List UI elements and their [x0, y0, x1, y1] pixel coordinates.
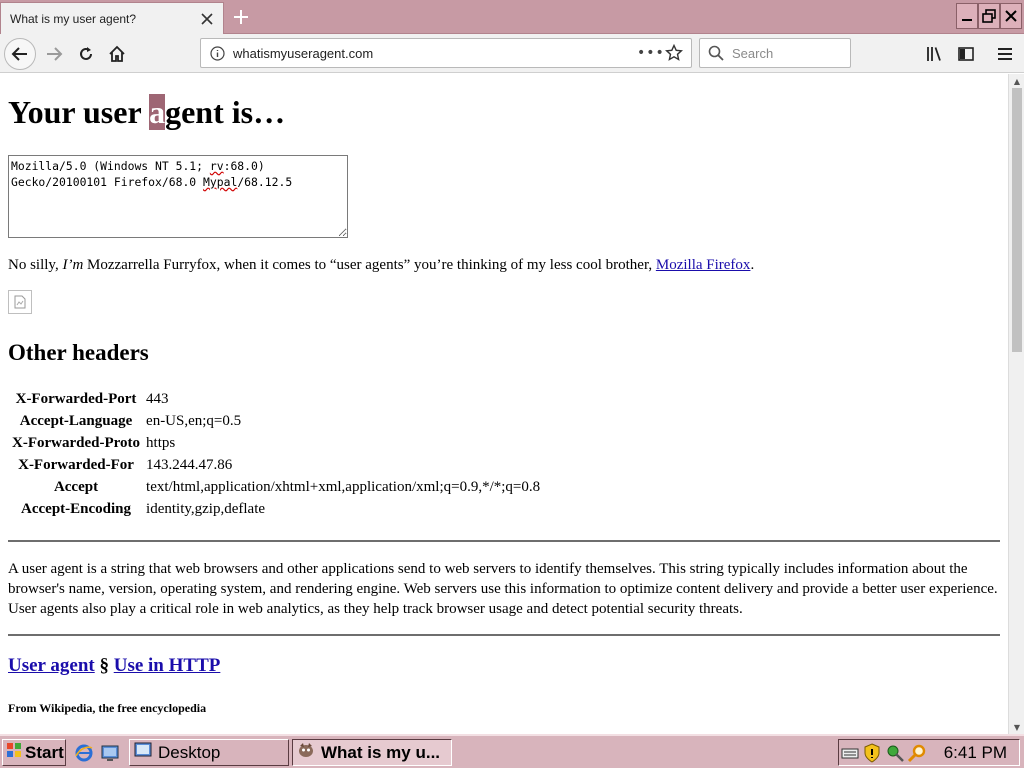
heading-pre: Your user [8, 94, 150, 130]
search-icon [708, 45, 724, 65]
scrollbar-thumb[interactable] [1012, 88, 1022, 352]
desktop-window-icon [134, 741, 152, 764]
restore-icon[interactable] [978, 3, 1000, 29]
silly-em: I’m [62, 257, 84, 273]
header-name: X-Forwarded-Port [15, 390, 137, 407]
system-tray: 6:41 PM [838, 739, 1020, 766]
internet-explorer-icon[interactable] [74, 743, 94, 767]
sidebar-icon[interactable] [950, 38, 982, 70]
show-desktop-icon[interactable] [100, 743, 120, 767]
wiki-links-heading: User agent § Use in HTTP [8, 655, 220, 677]
section-sign: § [94, 655, 114, 676]
header-name: X-Forwarded-Proto [12, 434, 141, 451]
home-icon[interactable] [101, 38, 133, 70]
divider [8, 634, 1000, 636]
page-title: Your user agent is… [8, 94, 285, 131]
search-input[interactable] [730, 43, 846, 63]
more-icon[interactable]: ••• [637, 45, 665, 61]
page-scrollbar[interactable]: ▲ ▼ [1008, 74, 1024, 734]
taskbar-browser-button[interactable]: What is my u... [292, 739, 452, 766]
heading-post: gent is… [165, 94, 286, 130]
user-agent-textarea[interactable]: Mozilla/5.0 (Windows NT 5.1; rv:68.0) Gec… [8, 155, 348, 238]
silly-post: . [750, 257, 755, 273]
header-value: 443 [146, 390, 169, 407]
from-wikipedia-text: From Wikipedia, the free encyclopedia [8, 701, 207, 715]
table-row: X-Forwarded-Port 443 [10, 389, 542, 409]
ua-mypal-word: Mypal [203, 175, 238, 189]
ua-line-1-end: :68.0) [223, 159, 265, 173]
star-icon[interactable] [664, 43, 684, 66]
table-row: Accept-Encoding identity,gzip,deflate [10, 499, 542, 519]
headers-table: X-Forwarded-Port 443 Accept-Language en-US,… [8, 387, 544, 521]
clock[interactable]: 6:41 PM [944, 743, 1007, 763]
header-value: https [146, 434, 176, 451]
ua-line-2-start: Gecko/20100101 Firefox/68.0 [11, 175, 204, 189]
tab-active[interactable]: What is my user agent? [0, 2, 224, 34]
ua-line-1: Mozilla/5.0 (Windows NT 5.1; rv:68.0) [11, 158, 345, 174]
ua-line-1-start: Mozilla/5.0 (Windows NT 5.1; [11, 159, 210, 173]
plus-icon[interactable] [228, 4, 254, 30]
forward-icon[interactable] [38, 38, 70, 70]
network-tool-icon[interactable] [885, 743, 905, 767]
start-label: Start [25, 742, 64, 762]
nav-toolbar: whatismyuseragent.com ••• [0, 34, 1024, 73]
scroll-down-arrow-icon[interactable]: ▼ [1009, 720, 1024, 734]
mozilla-firefox-link[interactable]: Mozilla Firefox [656, 257, 751, 273]
divider [8, 540, 1000, 542]
reload-icon[interactable] [70, 38, 102, 70]
taskbar-desktop-label: Desktop [158, 742, 221, 762]
header-name: Accept-Language [19, 412, 133, 429]
other-headers-title: Other headers [8, 340, 149, 365]
header-value: en-US,en;q=0.5 [146, 412, 242, 429]
taskbar: Start Desktop What is my u... 6:41 PM [0, 734, 1024, 768]
header-value: identity,gzip,deflate [146, 500, 266, 517]
tab-strip: What is my user agent? [0, 0, 1024, 34]
mypal-browser-icon [297, 741, 315, 764]
broken-image-icon [8, 290, 32, 314]
keyboard-icon[interactable] [841, 744, 859, 766]
taskbar-browser-label: What is my u... [321, 742, 441, 762]
header-value: text/html,application/xhtml+xml,applicat… [146, 478, 541, 495]
table-row: Accept text/html,application/xhtml+xml,ap… [10, 477, 542, 497]
windows-flag-icon [6, 742, 22, 763]
library-icon[interactable] [918, 38, 950, 70]
search-bar[interactable] [699, 38, 851, 68]
ua-line-2: Gecko/20100101 Firefox/68.0 Mypal/68.12.… [11, 174, 345, 190]
tab-title: What is my user agent? [10, 11, 137, 26]
close-icon[interactable] [195, 7, 219, 31]
header-name: X-Forwarded-For [18, 456, 134, 473]
page-content: Your user agent is… Mozilla/5.0 (Windows… [0, 74, 1008, 734]
user-agent-description: A user agent is a string that web browse… [8, 561, 998, 617]
ua-rv-word: rv [209, 159, 224, 173]
header-name: Accept [53, 478, 99, 495]
back-icon[interactable] [4, 38, 36, 70]
silly-paragraph: No silly, I’m Mozzarrella Furryfox, when… [8, 257, 754, 274]
header-name: Accept-Encoding [21, 500, 132, 517]
heading-highlight: a [149, 94, 166, 130]
table-row: Accept-Language en-US,en;q=0.5 [10, 411, 542, 431]
scroll-up-arrow-icon[interactable]: ▲ [1009, 74, 1024, 88]
menu-icon[interactable] [989, 38, 1021, 70]
search-tool-icon[interactable] [907, 743, 927, 767]
security-shield-icon[interactable] [863, 743, 881, 767]
user-agent-link[interactable]: User agent [8, 655, 95, 676]
info-icon[interactable] [210, 46, 225, 65]
table-row: X-Forwarded-For 143.244.47.86 [10, 455, 542, 475]
url-bar[interactable]: whatismyuseragent.com ••• [200, 38, 692, 68]
start-button[interactable]: Start [2, 739, 66, 766]
taskbar-desktop-button[interactable]: Desktop [129, 739, 289, 766]
table-row: X-Forwarded-Proto https [10, 433, 542, 453]
silly-pre: No silly, [8, 257, 63, 273]
minimize-icon[interactable] [956, 3, 978, 29]
ua-line-2-end: /68.12.5 [237, 175, 293, 189]
header-value: 143.244.47.86 [146, 456, 233, 473]
silly-mid: Mozzarrella Furryfox, when it comes to “… [83, 257, 656, 273]
url-text[interactable]: whatismyuseragent.com [233, 46, 373, 61]
use-in-http-link[interactable]: Use in HTTP [114, 655, 221, 676]
window-close-icon[interactable] [1000, 3, 1022, 29]
